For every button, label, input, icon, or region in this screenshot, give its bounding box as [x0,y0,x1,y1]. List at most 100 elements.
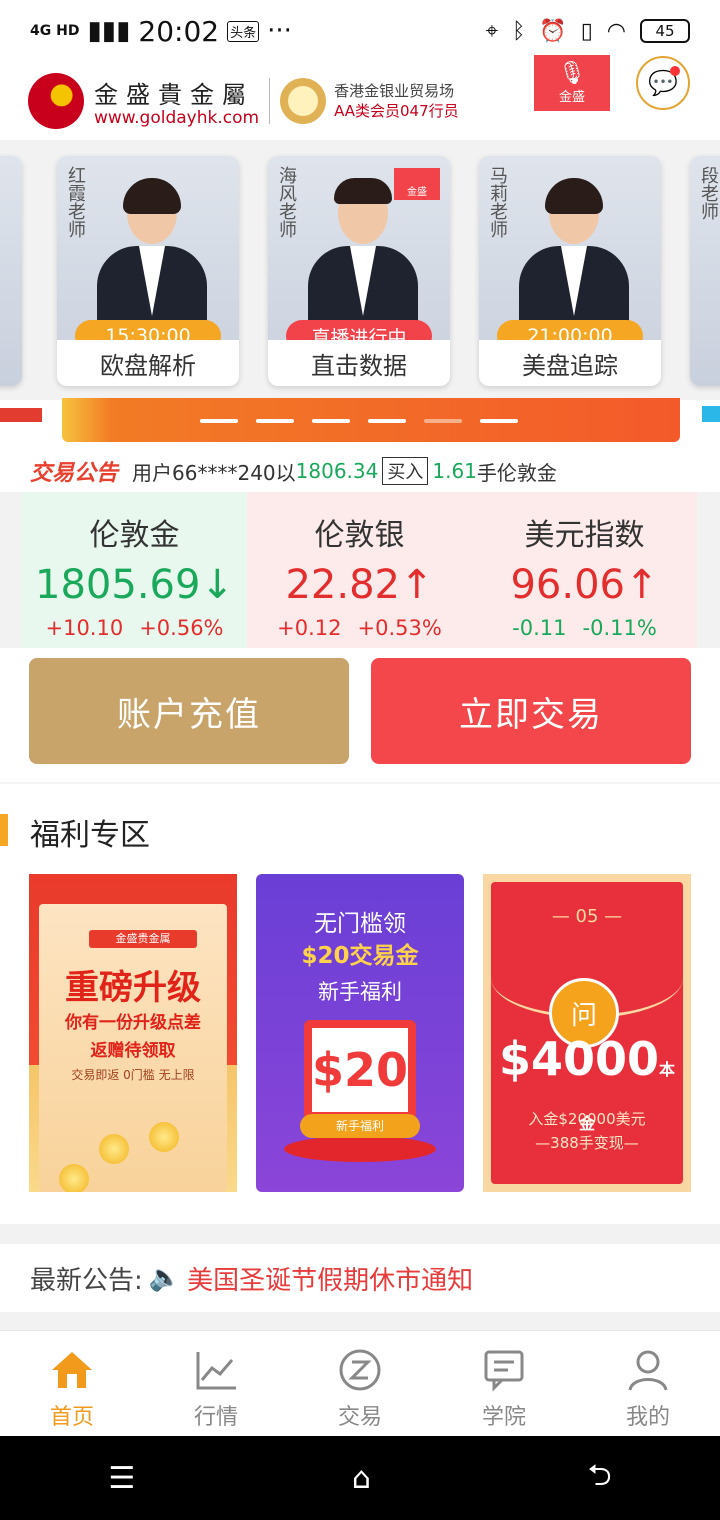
member-info: 香港金银业贸易场 AA类会员047行员 [334,81,459,121]
ticker-suffix: 手伦敦金 [476,460,557,485]
latest-notice[interactable]: 最新公告: 🔈 美国圣诞节假期休市通知 [0,1244,720,1312]
welfare-card-upgrade[interactable]: 金盛贵金属 重磅升级 你有一份升级点差 返赠待领取 交易即返 0门槛 无上限 [29,874,237,1192]
ticker-prefix: 用户66****240以 [132,460,296,485]
chart-icon [193,1347,239,1393]
teacher-card-prev[interactable] [0,156,22,386]
teacher-topic: 欧盘解析 [57,340,239,386]
microphone-icon: 🎙 [558,61,586,86]
coin-icon [99,1134,129,1164]
quote-gold[interactable]: 伦敦金 1805.69↓ +10.10 +0.56% [22,492,247,648]
card-amount-text: $20交易金 [301,943,419,969]
tab-label: 交易 [337,1405,382,1430]
tab-academy[interactable]: 学院 [432,1331,576,1436]
profile-icon [625,1347,671,1393]
card-headline: 重磅升级 [65,968,201,1008]
arrow-up-icon: ↑ [625,562,659,608]
tab-home[interactable]: 首页 [0,1331,144,1436]
card-headline: 无门槛领 [314,911,406,937]
teacher-name: 红霞老师 [65,166,86,238]
card-subline: 你有一份升级点差 [65,1013,201,1033]
live-label: 金盛 [558,90,585,105]
ticker-qty: 1.61 [432,459,477,483]
wifi-icon: ◠ [606,18,626,44]
bluetooth-icon: ᛒ [512,18,526,44]
quote-change: -0.11 -0.11% [512,616,657,640]
teacher-name: 段老师 [698,166,719,220]
arrow-up-icon: ↑ [400,562,434,608]
brand-block: 金盛貴金屬 www.goldayhk.com [94,75,259,128]
live-mic-button[interactable]: 🎙 金盛 [534,55,610,111]
trade-ticker[interactable]: 交易公告 用户66****240以 1806.34 买入 1.61 手伦敦金 [0,450,720,492]
card-subline: 返赠待领取 [90,1041,176,1061]
home-icon [49,1347,95,1393]
quote-price: 96.06↑ [510,562,659,608]
teacher-card[interactable]: 红霞老师 15:30:00 欧盘解析 [57,156,239,386]
status-time: 20:02 [138,14,220,48]
card-brand-tag: 金盛贵金属 [89,930,197,948]
teacher-card[interactable]: 段老师 [690,156,720,386]
trade-icon [337,1347,383,1393]
location-icon: ⌖ [485,18,499,44]
carousel-indicator [200,419,518,423]
speaker-icon: 🔈 [148,1263,182,1293]
teacher-photo [308,178,418,346]
member-line1: 香港金银业贸易场 [334,82,455,100]
home-nav-icon[interactable]: ⌂ [352,1461,371,1496]
action-area: 账户充值 立即交易 [0,648,720,782]
card-note: 交易即返 0门槛 无上限 [71,1068,195,1082]
tab-profile[interactable]: 我的 [576,1331,720,1436]
promo-banner[interactable] [0,398,720,450]
academy-icon [481,1347,527,1393]
quote-change: +10.10 +0.56% [45,616,224,640]
notice-link[interactable]: 美国圣诞节假期休市通知 [187,1260,473,1297]
deposit-button[interactable]: 账户充值 [29,658,349,764]
signal-icon: ▮▮▮ [87,16,131,46]
network-indicator: 4G HD [30,23,80,39]
tab-market[interactable]: 行情 [144,1331,288,1436]
notice-label: 最新公告: [30,1265,143,1296]
app-root: { "status": {"network": "4G HD", "time":… [0,0,720,1520]
teacher-photo [97,178,207,346]
back-icon[interactable]: ⮌ [588,1453,612,1504]
chat-button[interactable]: 💬 [636,56,690,110]
banner-prev-edge [0,408,42,422]
card-ribbon: 新手福利 [300,1114,420,1138]
quote-panel: 伦敦金 1805.69↓ +10.10 +0.56% 伦敦银 22.82↑ +0.… [22,492,698,648]
dollar-ticket-icon: $20 [304,1020,416,1120]
welfare-section: 福利专区 金盛贵金属 重磅升级 你有一份升级点差 返赠待领取 交易即返 0门槛 … [0,784,720,1224]
teacher-carousel[interactable]: 红霞老师 15:30:00 欧盘解析 海风老师 金盛 直播进行中 直击数据 马莉… [0,150,720,400]
quote-price: 1805.69↓ [35,562,234,608]
status-bar: 4G HD ▮▮▮ 20:02 头条 ··· ⌖ ᛒ ⏰ ▯ ◠ 45 [0,0,720,62]
vibrate-icon: ▯ [580,18,593,44]
red-envelope: — 05 — 问 $4000本金 入金$20000美元 —388手变现— [491,882,683,1184]
notification-dot [670,66,680,76]
stage-decoration [284,1136,436,1162]
section-title: 福利专区 [30,818,150,853]
ticker-action: 买入 [382,457,429,485]
brand-logo-icon [28,73,84,129]
welfare-card-redpacket[interactable]: — 05 — 问 $4000本金 入金$20000美元 —388手变现— [483,874,691,1192]
teacher-topic: 美盘追踪 [479,340,661,386]
bottom-tab-bar: 首页 行情 交易 学院 我的 [0,1330,720,1436]
quote-usd-index[interactable]: 美元指数 96.06↑ -0.11 -0.11% [472,492,697,648]
quote-name: 伦敦金 [89,518,180,553]
system-nav-bar: ☰ ⌂ ⮌ [0,1436,720,1520]
teacher-topic: 直击数据 [268,340,450,386]
quote-price: 22.82↑ [285,562,434,608]
section-accent-bar [0,814,8,846]
coin-icon [59,1164,89,1192]
tab-label: 行情 [193,1405,238,1430]
trade-now-button[interactable]: 立即交易 [371,658,691,764]
welfare-card-bonus[interactable]: 无门槛领 $20交易金 新手福利 $20 新手福利 [256,874,464,1192]
teacher-card[interactable]: 马莉老师 21:00:00 美盘追踪 [479,156,661,386]
app-tag: 头条 [227,20,260,42]
header-divider [269,78,271,124]
quote-silver[interactable]: 伦敦银 22.82↑ +0.12 +0.53% [247,492,472,648]
teacher-name: 海风老师 [276,166,297,238]
tab-trade[interactable]: 交易 [288,1331,432,1436]
card-number: — 05 — [551,906,623,927]
ticker-tag: 交易公告 [30,461,119,486]
teacher-card[interactable]: 海风老师 金盛 直播进行中 直击数据 [268,156,450,386]
menu-icon[interactable]: ☰ [108,1461,135,1496]
arrow-down-icon: ↓ [200,562,234,608]
